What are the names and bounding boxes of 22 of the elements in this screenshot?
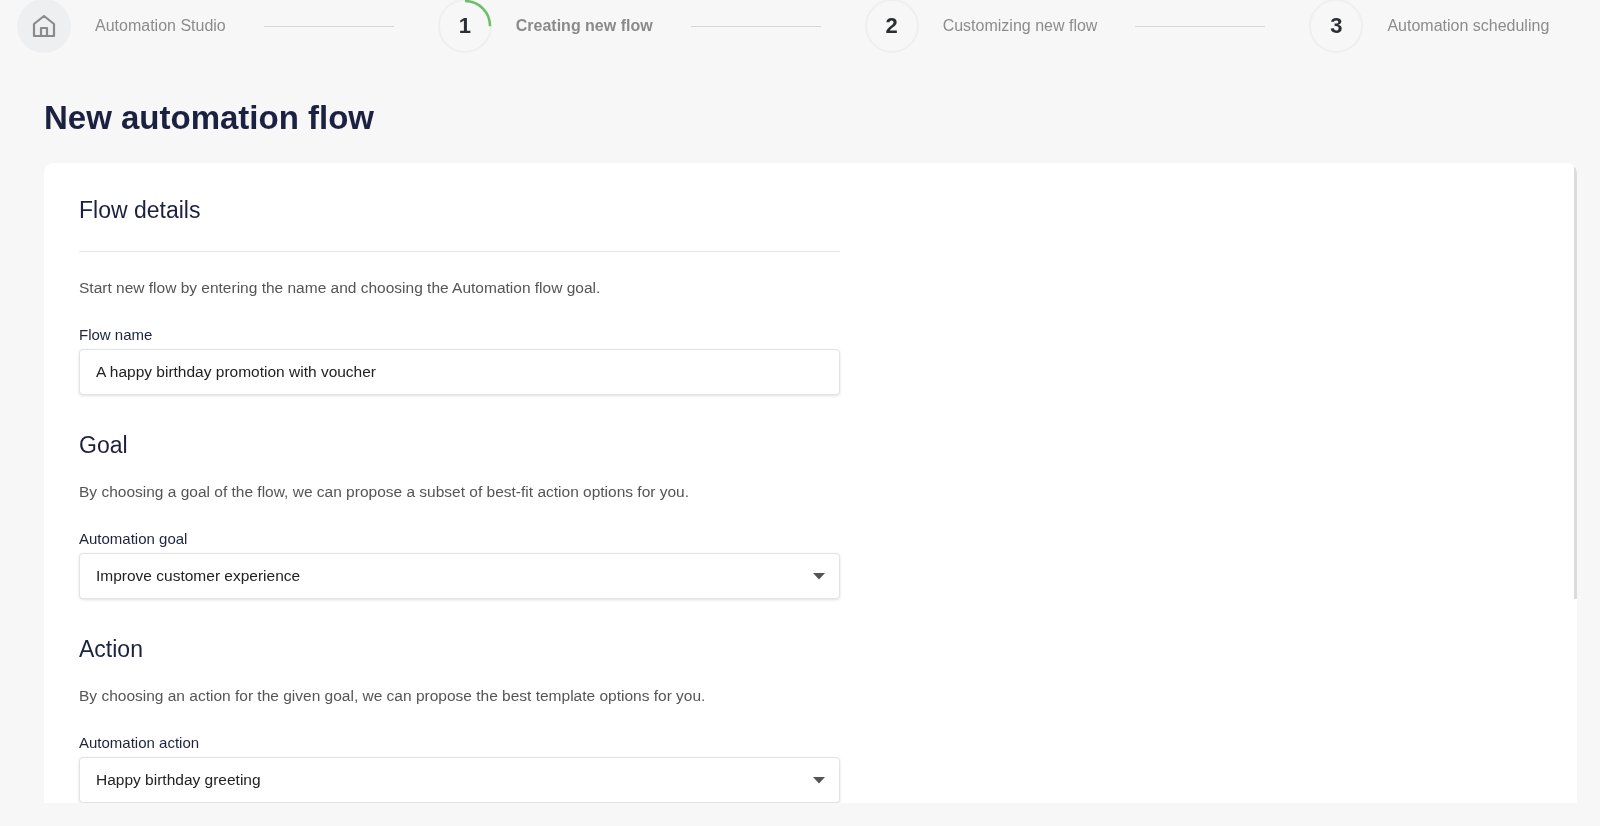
dropdown[interactable]: Happy birthday greeting — [79, 757, 840, 803]
input-field[interactable]: A happy birthday promotion with voucher — [79, 349, 840, 395]
step-label: Customizing new flow — [942, 17, 1098, 35]
field-label: Automation action — [79, 734, 201, 751]
step-number: 1 — [437, 0, 492, 53]
intro-text: Start new flow by entering the name and choosing the Automation flow goal. — [79, 279, 602, 297]
caret-icon — [813, 776, 825, 784]
section-title: Action — [79, 636, 144, 663]
home-icon — [31, 13, 57, 39]
section-description: By choosing a goal of the flow, we can propose a subset of best-fit action options for you. — [79, 483, 691, 501]
field-label: Flow name — [79, 326, 154, 343]
field-label: Automation goal — [79, 530, 189, 547]
step-number: 2 — [864, 0, 919, 53]
page-title: New automation flow — [44, 99, 375, 138]
step-label: Automation scheduling — [1387, 17, 1550, 35]
section-title: Goal — [79, 432, 129, 459]
dropdown[interactable]: Improve customer experience — [79, 553, 840, 599]
section-description: By choosing an action for the given goal, we can propose the best template options for you. — [79, 687, 707, 705]
step-label: Creating new flow — [515, 17, 653, 35]
step-number: 3 — [1309, 0, 1364, 53]
caret-icon — [813, 572, 825, 580]
card-title: Flow details — [79, 197, 202, 224]
